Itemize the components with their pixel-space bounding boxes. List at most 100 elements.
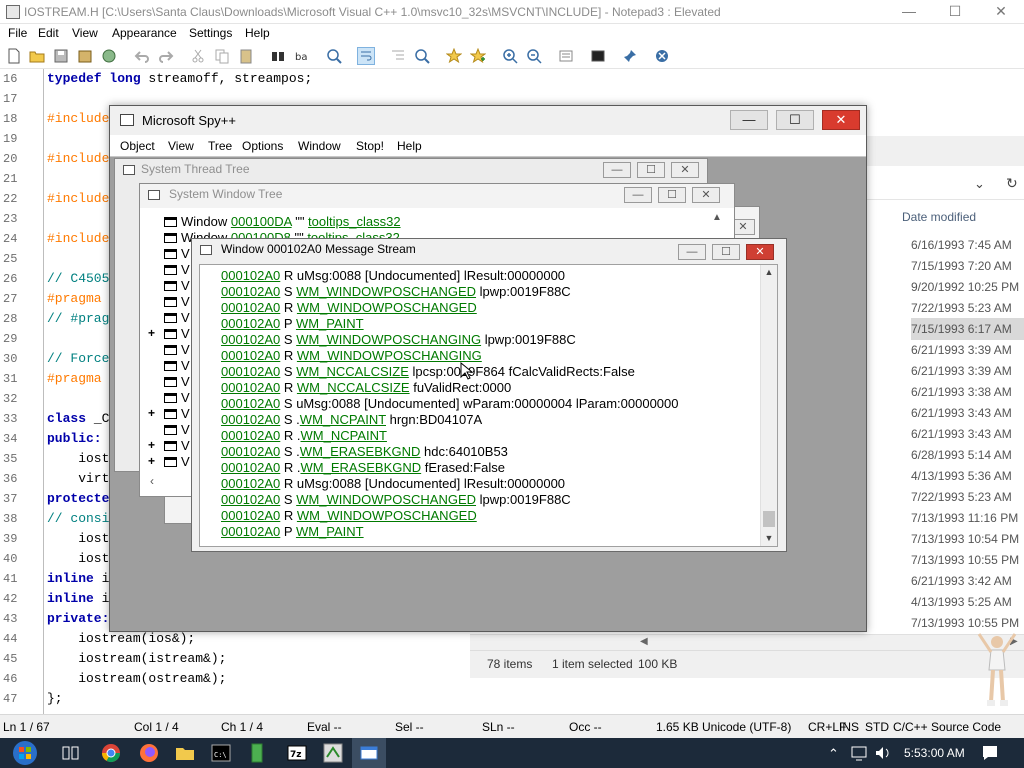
scheme-icon[interactable] — [558, 48, 574, 64]
tree-row[interactable]: Window 000100DA "" tooltips_class32 — [164, 214, 401, 230]
notepad3-icon[interactable] — [246, 742, 268, 764]
message-row[interactable]: 000102A0 S WM_NCCALCSIZE lpcsp:0019F864 … — [221, 364, 635, 380]
volume-icon[interactable] — [874, 744, 892, 762]
date-modified-cell[interactable]: 6/21/1993 3:39 AM — [911, 360, 1024, 382]
chrome-icon[interactable] — [100, 742, 122, 764]
tree-row[interactable]: V — [164, 262, 190, 278]
network-icon[interactable] — [850, 744, 868, 762]
message-row[interactable]: 000102A0 S WM_WINDOWPOSCHANGED lpwp:0019… — [221, 492, 571, 508]
window-tree-close-button[interactable]: ✕ — [692, 187, 720, 203]
menu-appearance[interactable]: Appearance — [112, 26, 177, 40]
tree-row[interactable]: V — [164, 390, 190, 406]
spy-maximize-button[interactable]: ☐ — [776, 110, 814, 130]
message-row[interactable]: 000102A0 S uMsg:0088 [Undocumented] wPar… — [221, 396, 679, 412]
tree-row[interactable]: V — [164, 294, 190, 310]
tree-row[interactable]: V — [164, 278, 190, 294]
message-row[interactable]: 000102A0 R .WM_NCPAINT — [221, 428, 387, 444]
message-row[interactable]: 000102A0 S WM_WINDOWPOSCHANGING lpwp:001… — [221, 332, 576, 348]
message-row[interactable]: 000102A0 R WM_NCCALCSIZE fuValidRect:000… — [221, 380, 511, 396]
spy-menu-window[interactable]: Window — [298, 139, 341, 153]
message-stream-window[interactable]: Window 000102A0 Message Stream — ☐ ✕ 000… — [191, 238, 787, 552]
task-view-icon[interactable] — [60, 742, 82, 764]
message-maximize-button[interactable]: ☐ — [712, 244, 740, 260]
message-row[interactable]: 000102A0 R .WM_ERASEBKGND fErased:False — [221, 460, 505, 476]
code-line[interactable]: 47}; — [0, 689, 1024, 709]
expand-plus-icon[interactable]: + — [148, 454, 155, 468]
menu-help[interactable]: Help — [245, 26, 270, 40]
spy-minimize-button[interactable]: — — [730, 110, 768, 130]
column-header-date-modified[interactable]: Date modified — [902, 210, 976, 224]
tree-row[interactable]: V — [164, 374, 190, 390]
system-clock[interactable]: 5:53:00 AM — [904, 746, 965, 760]
copy-icon[interactable] — [214, 48, 230, 64]
status-lexer[interactable]: C/C++ Source Code — [893, 720, 1001, 734]
save-as-icon[interactable] — [77, 48, 93, 64]
tree-row[interactable]: V — [164, 326, 190, 342]
goto-icon[interactable] — [326, 48, 342, 64]
date-modified-cell[interactable]: 6/28/1993 5:14 AM — [911, 444, 1024, 466]
window-tree-maximize-button[interactable]: ☐ — [658, 187, 686, 203]
chevron-down-icon[interactable]: ⌄ — [974, 176, 985, 192]
add-favorite-icon[interactable] — [470, 48, 486, 64]
zoom-out-icon[interactable] — [526, 48, 542, 64]
message-row[interactable]: 000102A0 R uMsg:0088 [Undocumented] lRes… — [221, 476, 565, 492]
status-column[interactable]: Col 1 / 4 — [134, 720, 179, 734]
date-modified-cell[interactable]: 6/21/1993 3:43 AM — [911, 402, 1024, 424]
replace-icon[interactable]: ba — [294, 48, 310, 64]
date-modified-cell[interactable]: 9/20/1992 10:25 PM — [911, 276, 1024, 298]
zoom-in-icon[interactable] — [502, 48, 518, 64]
scroll-up-arrow-icon[interactable]: ▲ — [764, 267, 774, 277]
thread-tree-minimize-button[interactable]: — — [603, 162, 631, 178]
scroll-down-arrow-icon[interactable]: ▼ — [764, 533, 774, 543]
minimize-button[interactable]: — — [886, 0, 932, 22]
message-row[interactable]: 000102A0 S .WM_NCPAINT hrgn:BD04107A — [221, 412, 482, 428]
date-modified-cell[interactable]: 6/21/1993 3:38 AM — [911, 381, 1024, 403]
explorer-address-bar[interactable]: ⌄ ↻ — [866, 170, 1024, 200]
date-modified-cell[interactable]: 6/16/1993 7:45 AM — [911, 234, 1024, 256]
thread-tree-close-button[interactable]: ✕ — [671, 162, 699, 178]
visual-cpp-icon[interactable] — [322, 742, 344, 764]
spy-menu-stop[interactable]: Stop! — [356, 139, 384, 153]
tree-scroll-up-icon[interactable]: ▲ — [712, 212, 722, 223]
message-row[interactable]: 000102A0 P WM_PAINT — [221, 524, 364, 540]
message-vertical-scrollbar[interactable]: ▲ ▼ — [760, 265, 777, 546]
date-modified-cell[interactable]: 7/13/1993 10:55 PM — [911, 549, 1024, 571]
message-row[interactable]: 000102A0 R WM_WINDOWPOSCHANGING — [221, 348, 482, 364]
tree-scroll-left-icon[interactable]: ‹ — [150, 474, 154, 488]
tree-row[interactable]: V — [164, 342, 190, 358]
spy-menu-options[interactable]: Options — [242, 139, 283, 153]
status-encoding[interactable]: Unicode (UTF-8) — [702, 720, 791, 734]
spy-menu-object[interactable]: Object — [120, 139, 155, 153]
explorer-horizontal-scrollbar[interactable]: ◀ ▶ — [470, 635, 1024, 651]
file-explorer-icon[interactable] — [174, 742, 196, 764]
message-row[interactable]: 000102A0 R WM_WINDOWPOSCHANGED — [221, 300, 477, 316]
tree-row[interactable]: V — [164, 406, 190, 422]
save-icon[interactable] — [53, 48, 69, 64]
message-row[interactable]: 000102A0 P WM_PAINT — [221, 316, 364, 332]
date-modified-cell[interactable]: 6/21/1993 3:39 AM — [911, 339, 1024, 361]
seven-zip-icon[interactable]: 7z — [286, 742, 308, 764]
notepad-title-bar[interactable]: IOSTREAM.H [C:\Users\Santa Claus\Downloa… — [0, 0, 1024, 24]
zoom-icon[interactable] — [414, 48, 430, 64]
spy-menu-help[interactable]: Help — [397, 139, 422, 153]
expand-plus-icon[interactable]: + — [148, 326, 155, 340]
tree-row[interactable]: V — [164, 438, 190, 454]
date-modified-cell[interactable]: 4/13/1993 5:25 AM — [911, 591, 1024, 613]
scroll-left-arrow-icon[interactable]: ◀ — [640, 636, 648, 647]
date-modified-cell[interactable]: 7/15/1993 7:20 AM — [911, 255, 1024, 277]
tree-row[interactable]: V — [164, 422, 190, 438]
undo-icon[interactable] — [134, 48, 150, 64]
window-tree-minimize-button[interactable]: — — [624, 187, 652, 203]
date-modified-cell[interactable]: 4/13/1993 5:36 AM — [911, 465, 1024, 487]
customize-icon[interactable] — [590, 48, 606, 64]
message-minimize-button[interactable]: — — [678, 244, 706, 260]
menu-settings[interactable]: Settings — [189, 26, 232, 40]
expand-plus-icon[interactable]: + — [148, 438, 155, 452]
date-modified-cell[interactable]: 7/22/1993 5:23 AM — [911, 486, 1024, 508]
message-row[interactable]: 000102A0 S .WM_ERASEBKGND hdc:64010B53 — [221, 444, 508, 460]
pin-icon[interactable] — [622, 48, 638, 64]
tree-row[interactable]: V — [164, 246, 190, 262]
show-hidden-icons-icon[interactable]: ⌃ — [828, 746, 839, 762]
start-button-icon[interactable] — [12, 740, 38, 766]
maximize-button[interactable]: ☐ — [932, 0, 978, 22]
